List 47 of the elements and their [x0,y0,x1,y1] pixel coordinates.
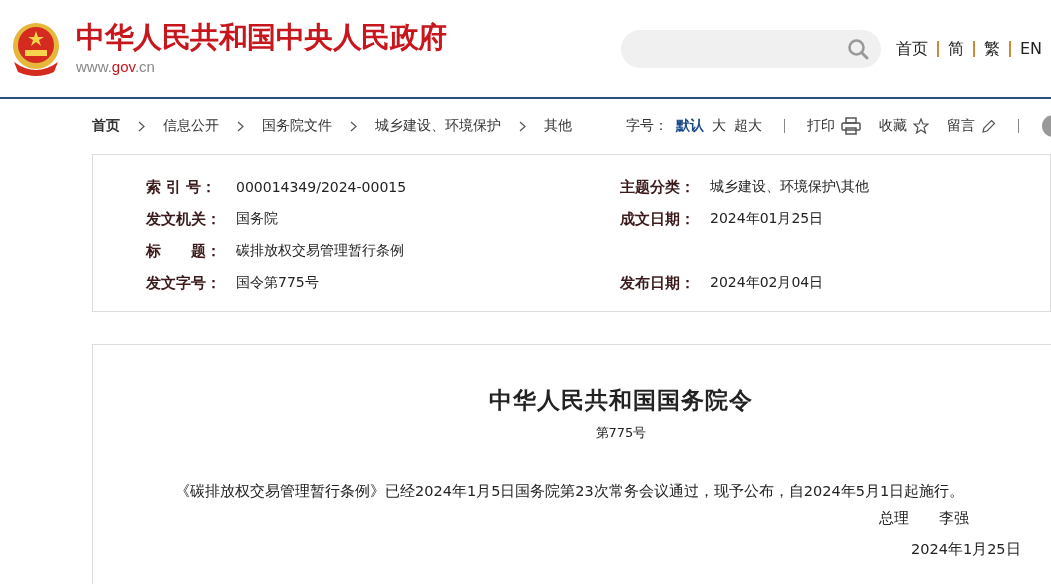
signer-title: 总理 [879,509,909,528]
field-value: 碳排放权交易管理暂行条例 [236,242,405,260]
chevron-icon [237,120,244,132]
document-title: 中华人民共和国国务院令 [488,386,754,415]
field-label: 发文机关： [146,209,222,229]
nav-link[interactable]: 繁 [972,40,1009,57]
emblem-icon [10,21,62,76]
chevron-icon [350,120,357,132]
toolbar-link[interactable]: 打印 [807,117,835,135]
breadcrumb-link[interactable]: 信息公开 [163,117,219,135]
field-value: 城乡建设、环境保护\其他 [710,178,870,196]
font-size-option[interactable]: 超大 [734,117,762,135]
breadcrumb-link[interactable]: 首页 [92,117,120,135]
document-body: 《碳排放权交易管理暂行条例》已经2024年1月5日国务院第23次常务会议通过，现予公布，自2024年5月1日起施行。 [175,482,966,501]
breadcrumb-link[interactable]: 国务院文件 [262,117,332,135]
font-size-option[interactable]: 默认 [676,117,704,135]
star-icon[interactable] [913,118,929,134]
field-value: 000014349/2024-00015 [236,179,408,195]
font-size-option[interactable]: 大 [712,117,726,135]
field-value: 国务院 [236,210,279,228]
field-label: 标 题： [146,241,222,261]
document-date: 2024年1月25日 [911,540,1022,559]
field-label: 发布日期： [620,273,696,293]
font-size-label: 字号： [626,117,668,135]
toolbar-link[interactable]: 留言 [947,117,975,135]
breadcrumb-link[interactable]: 城乡建设、环境保护 [375,117,501,135]
breadcrumb-link[interactable]: 其他 [544,117,572,135]
field-label: 成文日期： [620,209,696,229]
pencil-icon[interactable] [981,118,996,134]
search-field[interactable] [620,29,881,68]
nav-link[interactable]: EN [1008,40,1051,57]
document-number: 第775号 [594,424,648,442]
field-value: 2024年02月04日 [710,274,825,292]
site-title: 中华人民共和国中央人民政府 [76,22,447,52]
signer-name: 李强 [939,509,969,528]
printer-icon[interactable] [841,117,861,135]
field-value: 2024年01月25日 [710,210,825,228]
field-value: 国令第775号 [236,274,320,292]
nav-link[interactable]: 首页 [895,40,937,57]
toolbar-link[interactable]: 收藏 [879,117,907,135]
field-label: 索 引 号： [146,177,218,197]
site-domain: www.gov.cn [76,57,156,75]
chevron-icon [519,120,526,132]
chevron-icon [138,120,145,132]
nav-link[interactable]: 简 [936,40,973,57]
field-label: 发文字号： [146,273,222,293]
field-label: 主题分类： [620,177,696,197]
